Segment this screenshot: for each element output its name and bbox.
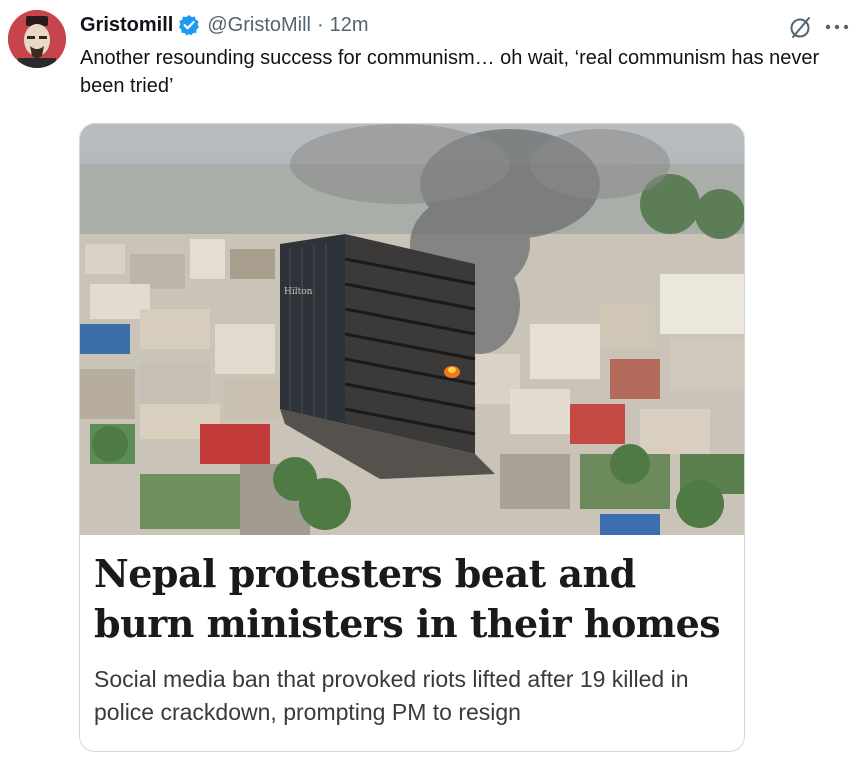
card-body: Nepal protesters beat and burn ministers…: [80, 535, 744, 751]
article-standfirst: Social media ban that provoked riots lif…: [94, 666, 689, 725]
hotel-sign: Hilton: [284, 287, 313, 297]
more-options-icon[interactable]: [822, 13, 852, 41]
timestamp[interactable]: 12m: [330, 14, 369, 37]
article-image: Hilton: [80, 124, 744, 535]
tweet-text: Another resounding success for communism…: [80, 47, 820, 97]
display-name[interactable]: Gristomill: [80, 14, 173, 37]
grok-icon[interactable]: [787, 13, 815, 41]
article-headline: Nepal protesters beat and burn ministers…: [94, 551, 721, 646]
tweet-header: Gristomill @GristoMill · 12m: [80, 12, 369, 38]
avatar-portrait: [8, 10, 66, 68]
user-handle[interactable]: @GristoMill: [207, 14, 311, 37]
verified-badge-icon: [178, 14, 200, 36]
separator-dot: ·: [317, 13, 324, 36]
avatar[interactable]: [8, 10, 66, 68]
link-card[interactable]: Hilton Nepal protesters beat and burn mi…: [79, 123, 745, 752]
